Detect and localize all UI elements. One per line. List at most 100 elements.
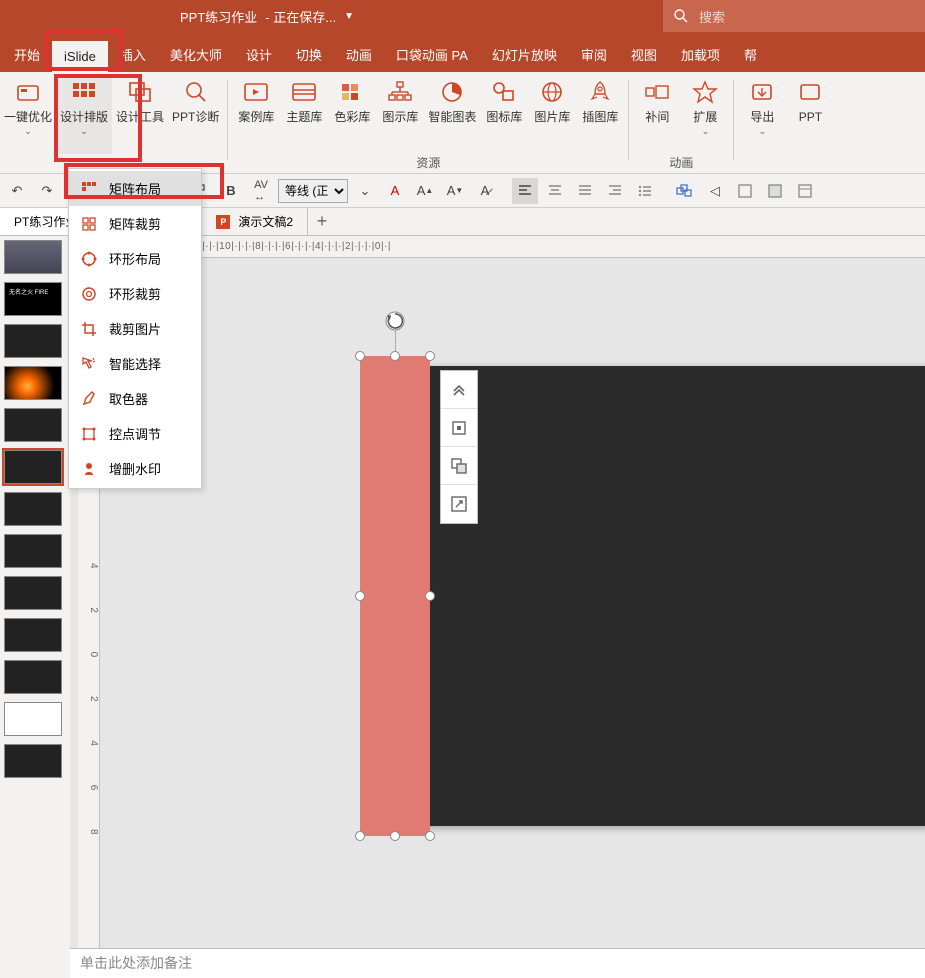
theme-lib-button[interactable]: 主题库 <box>280 76 328 154</box>
slide-thumb-9[interactable] <box>4 576 62 610</box>
resize-handle-mr[interactable] <box>425 591 435 601</box>
resize-handle-br[interactable] <box>425 831 435 841</box>
tab-start[interactable]: 开始 <box>2 37 52 72</box>
align-center-button[interactable] <box>441 409 477 447</box>
menu-item-ring-crop[interactable]: 环形裁剪 <box>69 276 201 311</box>
slide-thumbnail-panel[interactable] <box>0 236 70 978</box>
export-button[interactable]: 导出 ⌄ <box>738 76 786 154</box>
onekey-optimize-button[interactable]: 一键优化 ⌄ <box>0 76 56 154</box>
slide-thumb-10[interactable] <box>4 618 62 652</box>
font-select[interactable]: 等线 (正文 <box>278 179 348 203</box>
font-grow-button[interactable]: A▲ <box>412 178 438 204</box>
chevron-down-icon[interactable]: ⌄ <box>352 178 378 204</box>
slide-thumb-4[interactable] <box>4 366 62 400</box>
align-left-button[interactable] <box>512 178 538 204</box>
selected-shape[interactable] <box>360 356 430 836</box>
duplicate-button[interactable] <box>441 447 477 485</box>
menu-item-anchor-adjust[interactable]: 控点调节 <box>69 416 201 451</box>
tween-button[interactable]: 补间 <box>633 76 681 154</box>
rocket-icon <box>584 78 616 106</box>
case-lib-button[interactable]: 案例库 <box>232 76 280 154</box>
slide-thumb-1[interactable] <box>4 240 62 274</box>
doc-tab-3[interactable]: P 演示文稿2 <box>202 208 308 235</box>
menu-item-eyedropper[interactable]: 取色器 <box>69 381 201 416</box>
font-shrink-button[interactable]: A▼ <box>442 178 468 204</box>
tab-review[interactable]: 审阅 <box>569 37 619 72</box>
fill-button[interactable] <box>762 178 788 204</box>
menu-item-crop-pic[interactable]: 裁剪图片 <box>69 311 201 346</box>
menu-item-smart-select[interactable]: 智能选择 <box>69 346 201 381</box>
font-color-button[interactable]: A <box>382 178 408 204</box>
bold-button[interactable]: B <box>218 178 244 204</box>
notes-area[interactable]: 单击此处添加备注 <box>70 948 925 978</box>
tab-anim[interactable]: 动画 <box>334 37 384 72</box>
resize-handle-tr[interactable] <box>425 351 435 361</box>
tab-design[interactable]: 设计 <box>234 37 284 72</box>
bring-front-button[interactable] <box>441 371 477 409</box>
pic-lib-button[interactable]: 图片库 <box>528 76 576 154</box>
clear-format-button[interactable]: A̷ <box>472 178 498 204</box>
slide-thumb-3[interactable] <box>4 324 62 358</box>
tab-beautify[interactable]: 美化大师 <box>158 37 234 72</box>
more-button[interactable] <box>792 178 818 204</box>
border-button[interactable] <box>732 178 758 204</box>
redo-button[interactable]: ↷ <box>34 178 60 204</box>
menu-item-watermark[interactable]: 增删水印 <box>69 451 201 486</box>
tab-insert[interactable]: 插入 <box>108 37 158 72</box>
resize-button[interactable] <box>441 485 477 523</box>
ppt-extra-button[interactable]: PPT <box>786 76 834 154</box>
slide-thumb-5[interactable] <box>4 408 62 442</box>
saving-status: - 正在保存... <box>265 7 336 26</box>
color-lib-button[interactable]: 色彩库 <box>328 76 376 154</box>
tab-addin[interactable]: 加载项 <box>669 37 732 72</box>
ring-crop-icon <box>81 286 97 302</box>
illust-lib-button[interactable]: 插图库 <box>576 76 624 154</box>
tab-slideshow[interactable]: 幻灯片放映 <box>480 37 569 72</box>
tab-pocket-anim[interactable]: 口袋动画 PA <box>384 37 480 72</box>
smart-chart-button[interactable]: 智能图表 <box>424 76 480 154</box>
title-dropdown-icon[interactable]: ▼ <box>344 11 354 22</box>
rotation-handle[interactable] <box>384 310 406 332</box>
export-icon <box>746 78 778 106</box>
arrange-button[interactable] <box>672 178 698 204</box>
slide-thumb-13[interactable] <box>4 744 62 778</box>
search-placeholder: 搜索 <box>699 7 725 26</box>
resize-handle-tl[interactable] <box>355 351 365 361</box>
undo-button[interactable]: ↶ <box>4 178 30 204</box>
menu-item-matrix-crop[interactable]: 矩阵裁剪 <box>69 206 201 241</box>
slide-thumb-6[interactable] <box>4 450 62 484</box>
resize-handle-bl[interactable] <box>355 831 365 841</box>
slide-thumb-7[interactable] <box>4 492 62 526</box>
graph-lib-button[interactable]: 图示库 <box>376 76 424 154</box>
tab-islide[interactable]: iSlide <box>52 41 108 72</box>
search-box[interactable]: 搜索 <box>663 0 925 32</box>
slide-surface[interactable] <box>420 366 925 826</box>
design-tools-button[interactable]: 设计工具 <box>112 76 168 154</box>
char-spacing-button[interactable]: AV↔ <box>248 178 274 204</box>
slide-thumb-12[interactable] <box>4 702 62 736</box>
design-layout-button[interactable]: 设计排版 ⌄ <box>56 76 112 154</box>
resize-handle-ml[interactable] <box>355 591 365 601</box>
crop-pic-icon <box>81 321 97 337</box>
grid-icon <box>68 78 100 106</box>
tab-help[interactable]: 帮 <box>732 37 769 72</box>
resize-handle-tc[interactable] <box>390 351 400 361</box>
tab-transition[interactable]: 切换 <box>284 37 334 72</box>
menu-item-ring-layout[interactable]: 环形布局 <box>69 241 201 276</box>
icon-lib-button[interactable]: 图标库 <box>480 76 528 154</box>
add-document-button[interactable]: + <box>308 208 336 235</box>
align-justify-button[interactable] <box>572 178 598 204</box>
slide-thumb-2[interactable] <box>4 282 62 316</box>
resize-handle-bc[interactable] <box>390 831 400 841</box>
align-center-button[interactable] <box>542 178 568 204</box>
tab-view[interactable]: 视图 <box>619 37 669 72</box>
extend-button[interactable]: 扩展 ⌄ <box>681 76 729 154</box>
ppt-diag-button[interactable]: PPT诊断 <box>168 76 223 154</box>
magnify-icon <box>180 78 212 106</box>
send-back-button[interactable]: ◁ <box>702 178 728 204</box>
align-right-button[interactable] <box>602 178 628 204</box>
bullets-button[interactable] <box>632 178 658 204</box>
menu-item-matrix-layout[interactable]: 矩阵布局 <box>69 171 201 206</box>
slide-thumb-8[interactable] <box>4 534 62 568</box>
slide-thumb-11[interactable] <box>4 660 62 694</box>
